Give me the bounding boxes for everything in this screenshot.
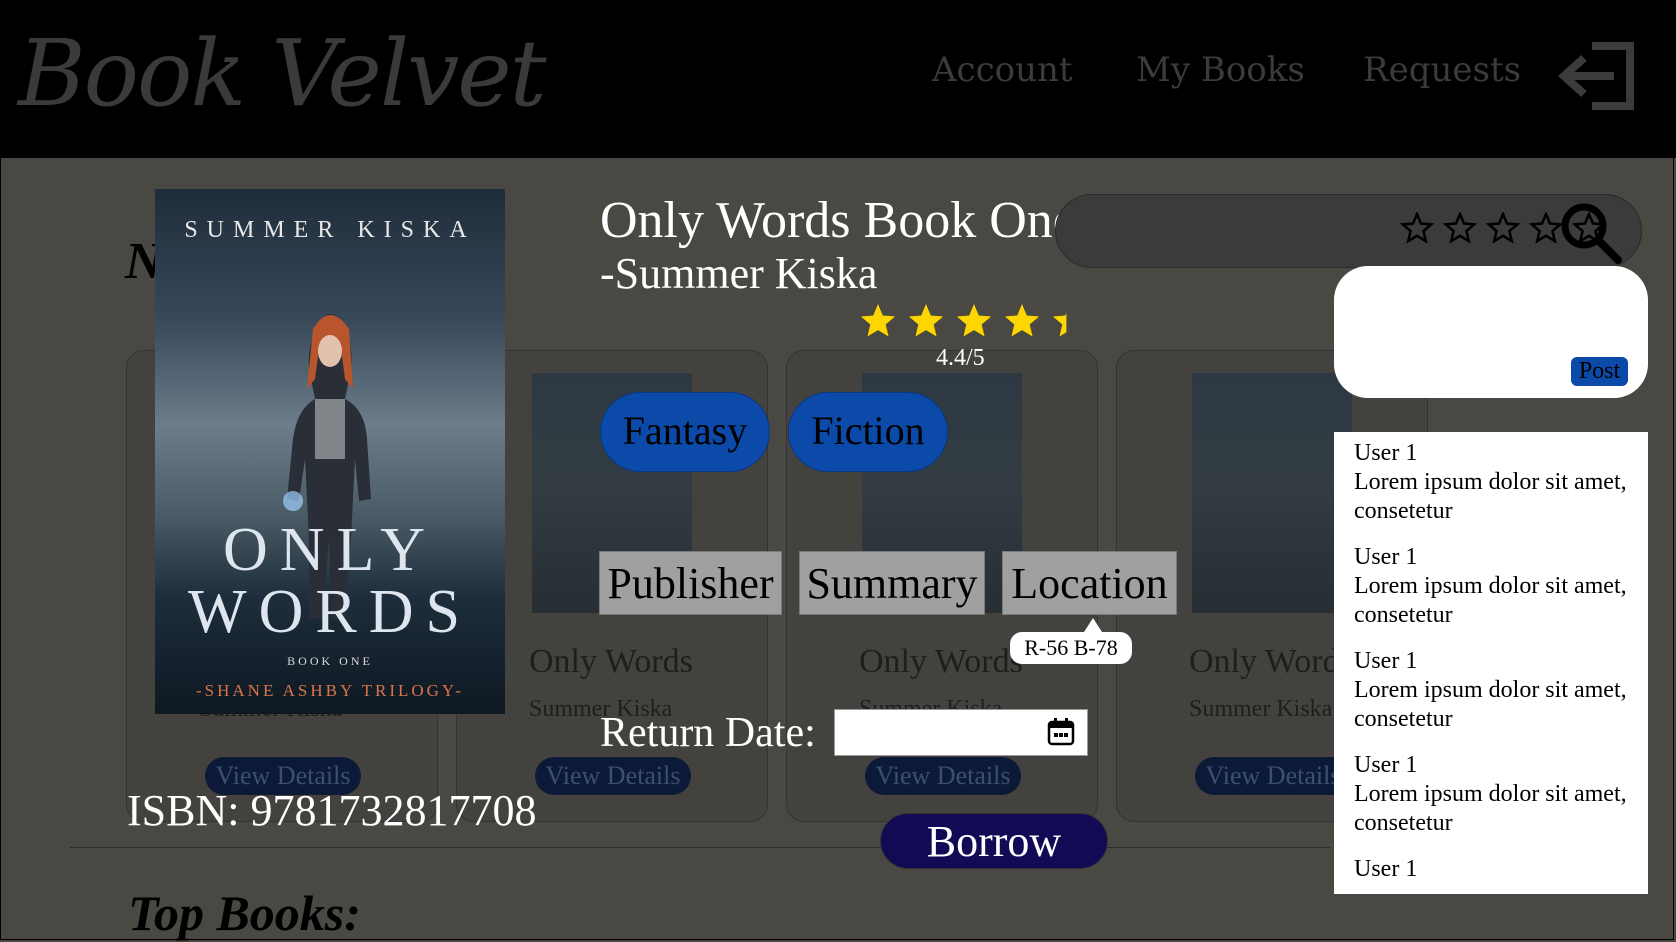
cover-title: ONLY WORDS — [188, 516, 472, 646]
genre-tag-fantasy[interactable]: Fantasy — [600, 392, 770, 472]
rating-value: 4.4/5 — [936, 345, 985, 371]
tab-publisher[interactable]: Publisher — [599, 551, 782, 615]
cover-series: -SHANE ASHBY TRILOGY- — [196, 681, 464, 700]
location-tooltip: R-56 B-78 — [1010, 632, 1132, 664]
nav-requests[interactable]: Requests — [1363, 50, 1521, 90]
top-books-heading: Top Books: — [128, 885, 361, 941]
star-icon — [1004, 304, 1040, 337]
star-icon — [956, 304, 992, 337]
star-icon[interactable] — [1400, 212, 1435, 244]
comments-list[interactable]: User 1 Lorem ipsum dolor sit amet, conse… — [1334, 432, 1648, 894]
average-rating-stars — [860, 304, 1067, 337]
book-cover-image: SUMMER KISKA ONLY WORDS BOOK ONE -SHANE A… — [155, 189, 505, 714]
book-author: -Summer Kiska — [600, 249, 878, 298]
star-icon[interactable] — [1442, 212, 1478, 244]
comment-text: Lorem ipsum dolor sit amet, consetetur — [1354, 781, 1627, 836]
comment-user: User 1 — [1354, 440, 1418, 466]
cover-author: SUMMER KISKA — [184, 217, 476, 243]
star-icon — [908, 304, 944, 337]
nav-my-books[interactable]: My Books — [1136, 50, 1305, 90]
comment-user: User 1 — [1354, 856, 1418, 882]
comment-text: Lorem ipsum dolor sit amet, consetetur — [1354, 677, 1627, 732]
card-cover-image — [1192, 373, 1352, 613]
tab-location[interactable]: Location — [1002, 551, 1177, 615]
return-date-label: Return Date: — [600, 710, 816, 756]
isbn-text: ISBN: 9781732817708 — [127, 786, 537, 835]
comment-text: Lorem ipsum dolor sit amet, consetetur — [1354, 469, 1627, 524]
comment-user: User 1 — [1354, 648, 1418, 674]
star-icon[interactable] — [1571, 212, 1607, 244]
star-icon[interactable] — [1485, 212, 1521, 244]
comment-item: User 1 Lorem ipsum dolor sit amet, conse… — [1334, 536, 1648, 630]
comment-user: User 1 — [1354, 544, 1418, 570]
tab-summary[interactable]: Summary — [799, 551, 985, 615]
comment-item: User 1 Lorem ipsum dolor sit amet, conse… — [1334, 640, 1648, 734]
borrow-button[interactable]: Borrow — [880, 813, 1108, 869]
view-details-button[interactable]: View Details — [865, 757, 1021, 795]
calendar-icon[interactable] — [1046, 717, 1076, 747]
cover-book-number: BOOK ONE — [287, 654, 373, 668]
comment-item: User 1 — [1334, 848, 1648, 884]
nav-account[interactable]: Account — [932, 50, 1073, 90]
star-icon[interactable] — [1528, 212, 1564, 244]
post-button[interactable]: Post — [1571, 357, 1628, 386]
view-details-button[interactable]: View Details — [1195, 757, 1351, 795]
star-icon — [860, 304, 896, 337]
card-title: Only Words — [529, 643, 693, 680]
comment-item: User 1 Lorem ipsum dolor sit amet, conse… — [1334, 432, 1648, 526]
app-header: Book Velvet Account My Books Requests — [0, 0, 1676, 158]
logout-icon[interactable] — [1556, 40, 1636, 112]
section-divider — [70, 847, 1330, 848]
book-title: Only Words Book One — [600, 192, 1076, 249]
genre-tag-fiction[interactable]: Fiction — [788, 392, 948, 472]
view-details-button[interactable]: View Details — [535, 757, 691, 795]
card-title: Only Words — [859, 643, 1023, 680]
comment-text: Lorem ipsum dolor sit amet, consetetur — [1354, 573, 1627, 628]
card-author: Summer Kiska — [1189, 696, 1333, 722]
user-rating-stars[interactable] — [1400, 212, 1620, 252]
card-title: Only Words — [1189, 643, 1353, 680]
app-logo[interactable]: Book Velvet — [18, 20, 547, 127]
tooltip-pointer — [1084, 618, 1102, 632]
comment-user: User 1 — [1354, 752, 1418, 778]
star-icon — [1052, 312, 1067, 337]
comment-item: User 1 Lorem ipsum dolor sit amet, conse… — [1334, 744, 1648, 838]
